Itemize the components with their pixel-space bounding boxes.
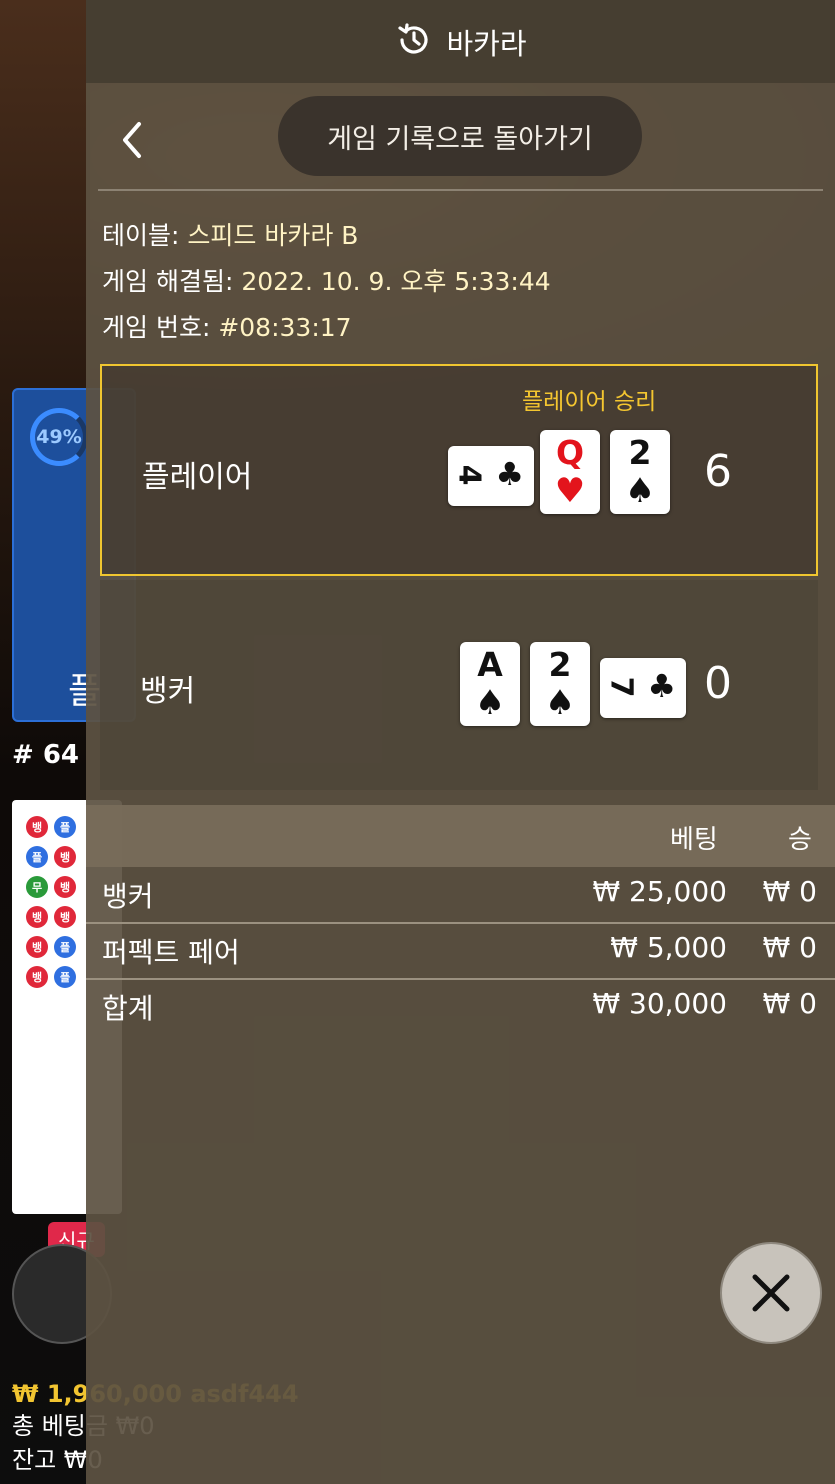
game-history-panel: 바카라 게임 기록으로 돌아가기 테이블: 스피드 바카라 B 게임 해결됨: … (86, 0, 835, 1484)
bet-name: 뱅커 (102, 880, 154, 913)
card-suit-icon: ♠ (624, 471, 656, 511)
card-suit-icon: ♣ (647, 667, 676, 705)
table-label: 테이블: (102, 221, 180, 250)
card-suit-icon: ♥ (554, 471, 586, 511)
banker-result-box: 뱅커 A ♠ 2 ♠ 7 ♣ 0 (100, 580, 818, 790)
game-number-value: #08:33:17 (218, 313, 352, 342)
bead-road-chip: 뱅 (54, 876, 76, 898)
bead-road-chip: 플 (54, 936, 76, 958)
total-bet-amount: ₩ 30,000 (592, 987, 727, 1020)
bet-amount: ₩ 5,000 (610, 931, 727, 964)
resolved-info: 게임 해결됨: 2022. 10. 9. 오후 5:33:44 (102, 262, 551, 298)
close-button[interactable] (720, 1242, 822, 1344)
history-icon (394, 20, 434, 64)
resolved-value: 2022. 10. 9. 오후 5:33:44 (241, 267, 551, 296)
playing-card: 7 ♣ (600, 658, 686, 718)
resolved-label: 게임 해결됨: (102, 267, 234, 296)
bead-road-chip: 플 (54, 816, 76, 838)
bet-column-header: 베팅 (670, 825, 718, 855)
win-amount: ₩ 0 (762, 931, 817, 964)
card-rank: 2 (628, 433, 652, 472)
card-suit-icon: ♠ (474, 683, 506, 723)
player-label: 플레이어 (142, 460, 253, 495)
card-rank: Q (555, 433, 585, 472)
card-rank: 2 (548, 645, 572, 684)
panel-header: 바카라 (86, 0, 835, 83)
banker-label: 뱅커 (140, 674, 196, 709)
table-value: 스피드 바카라 B (187, 221, 359, 250)
game-number-label: 게임 번호: (102, 313, 211, 342)
playing-card: 2 ♠ (610, 430, 670, 514)
playing-card: A ♠ (460, 642, 520, 726)
percent-ring: 49% (30, 408, 88, 466)
close-icon (752, 1274, 790, 1312)
total-row: 합계 ₩ 30,000 ₩ 0 (86, 979, 835, 1035)
bets-table-header: 베팅 승 (86, 805, 835, 867)
card-suit-icon: ♣ (495, 455, 524, 493)
table-row: 뱅커 ₩ 25,000 ₩ 0 (86, 867, 835, 923)
player-score: 6 (704, 446, 732, 497)
win-column-header: 승 (788, 825, 812, 855)
bead-road-chip: 플 (54, 966, 76, 988)
back-to-history-button[interactable]: 게임 기록으로 돌아가기 (278, 96, 642, 176)
bead-road-chip: 플 (26, 846, 48, 868)
total-win-amount: ₩ 0 (762, 987, 817, 1020)
game-number-info: 게임 번호: #08:33:17 (102, 308, 352, 344)
bead-road-chip: 뱅 (54, 906, 76, 928)
divider (98, 189, 823, 191)
bead-road-chip: 뱅 (26, 936, 48, 958)
total-label: 합계 (102, 992, 154, 1025)
card-rank: A (477, 645, 503, 684)
playing-card: 2 ♠ (530, 642, 590, 726)
bead-road-chip: 뱅 (26, 816, 48, 838)
bet-name: 퍼펙트 페어 (102, 936, 240, 969)
chevron-left-icon (123, 122, 141, 158)
bead-road-chip: 뱅 (26, 966, 48, 988)
table-row: 퍼펙트 페어 ₩ 5,000 ₩ 0 (86, 923, 835, 979)
panel-title: 바카라 (446, 26, 527, 61)
bead-road-chip: 무 (26, 876, 48, 898)
table-info: 테이블: 스피드 바카라 B (102, 216, 358, 252)
card-rank: 4 (451, 464, 487, 486)
playing-card: Q ♥ (540, 430, 600, 514)
win-amount: ₩ 0 (762, 875, 817, 908)
round-number: # 64 (12, 740, 80, 770)
playing-card: 4 ♣ (448, 446, 534, 506)
card-suit-icon: ♠ (544, 683, 576, 723)
card-rank: 7 (603, 676, 639, 698)
player-result-box: 플레이어 승리 플레이어 4 ♣ Q ♥ 2 ♠ 6 (100, 364, 818, 576)
bead-road-chip: 뱅 (54, 846, 76, 868)
back-button[interactable] (110, 112, 154, 168)
bet-amount: ₩ 25,000 (592, 875, 727, 908)
bead-road-chip: 뱅 (26, 906, 48, 928)
player-win-label: 플레이어 승리 (522, 389, 657, 415)
banker-score: 0 (704, 658, 732, 709)
